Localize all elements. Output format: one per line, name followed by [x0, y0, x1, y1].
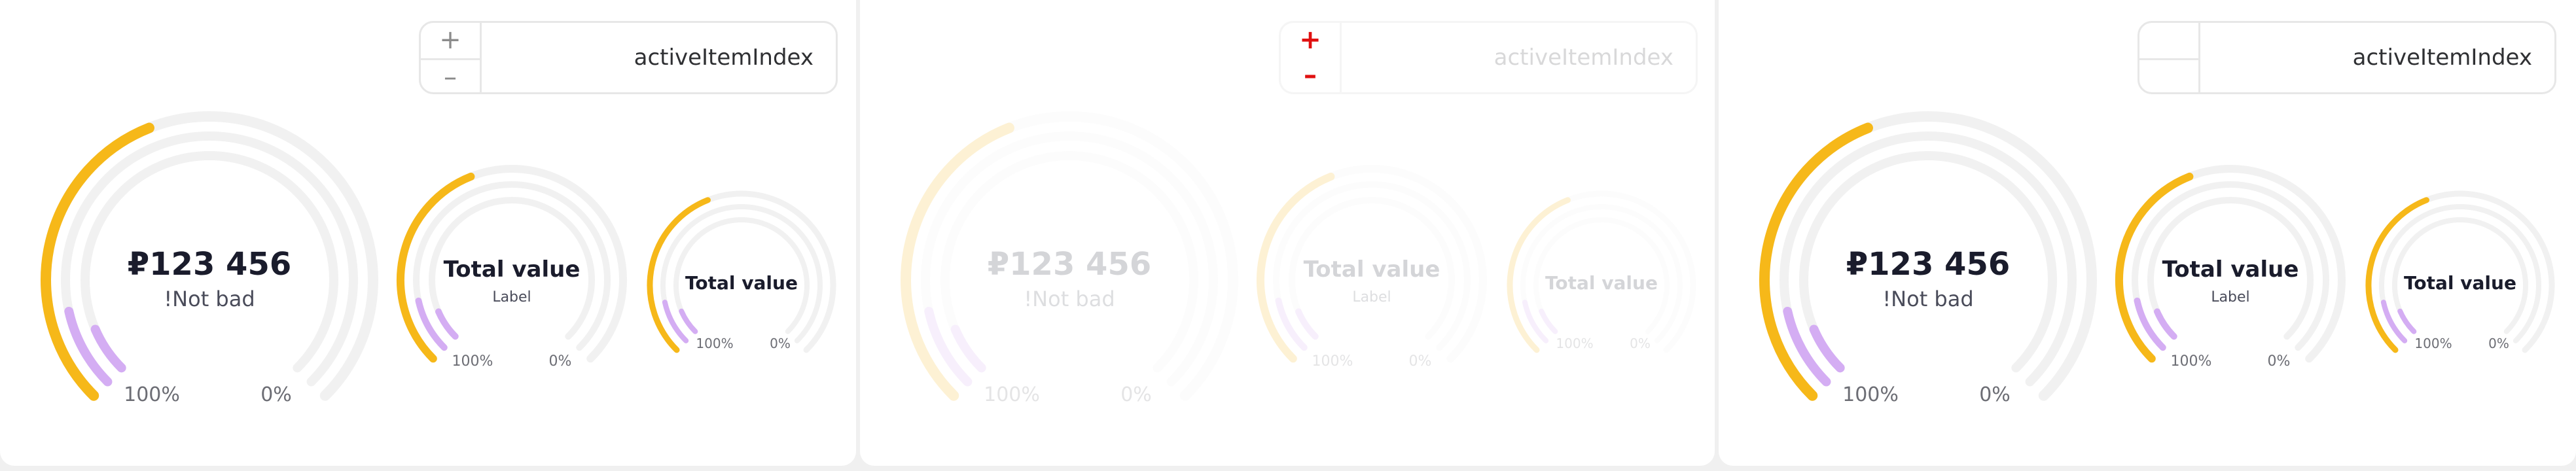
active-item-index-field: activeItemIndex [1494, 44, 1673, 71]
ring-progress-secondary [1539, 308, 1558, 334]
ring-progress-secondary [2154, 308, 2177, 340]
ring-chart-value: Total value [1545, 272, 1658, 294]
ring-chart-large: ₽123 456 !Not bad 100% 0% [39, 111, 380, 412]
ring-chart-label: !Not bad [1024, 287, 1115, 311]
ring-chart-min-label: 0% [1630, 336, 1651, 351]
ring-chart-max-label: 100% [1556, 336, 1594, 351]
ring-chart-min-label: 0% [770, 336, 791, 351]
ring-progress-secondary [90, 324, 126, 373]
stepper: + – [421, 23, 482, 92]
ring-chart-label: Label [2211, 289, 2250, 305]
decrement-button[interactable]: – [1281, 58, 1340, 92]
active-item-index-field[interactable]: activeItemIndex [2353, 23, 2532, 92]
ring-chart-value: ₽123 456 [127, 246, 292, 283]
ring-chart-small: Total value 100% 0% [2365, 188, 2555, 358]
preview-panel-disabled: + – activeItemIndex ₽123 456 !Not bad 10… [860, 0, 1715, 466]
ring-chart-medium: Total value Label 100% 0% [2113, 164, 2348, 373]
active-item-index-control: + – activeItemIndex [419, 21, 838, 94]
ring-chart-value: ₽123 456 [1846, 246, 2011, 283]
ring-chart-small: Total value 100% 0% [647, 188, 836, 358]
ring-chart-max-label: 100% [1312, 353, 1353, 370]
ring-chart-max-label: 100% [696, 336, 734, 351]
ring-progress-secondary [435, 308, 459, 340]
ring-progress-secondary [950, 324, 986, 373]
ring-chart-medium: Total value Label 100% 0% [394, 164, 630, 373]
active-item-index-control: + – activeItemIndex [1279, 21, 1698, 94]
stepper: + – [1281, 23, 1342, 92]
ring-chart-large: ₽123 456 !Not bad 100% 0% [1758, 111, 2098, 412]
active-item-index-field[interactable]: activeItemIndex [634, 23, 814, 92]
decrement-button[interactable]: – [421, 58, 480, 94]
ring-progress-secondary [679, 308, 698, 334]
ring-chart-large: ₽123 456 !Not bad 100% 0% [899, 111, 1240, 412]
ring-chart-value: Total value [2162, 256, 2299, 283]
preview-panel-default: + – activeItemIndex ₽123 456 !Not bad 10… [0, 0, 856, 466]
ring-chart-min-label: 0% [1408, 353, 1432, 370]
ring-progress-secondary [1809, 324, 1845, 373]
ring-chart-max-label: 100% [1842, 383, 1899, 406]
ring-chart-max-label: 100% [984, 383, 1040, 406]
ring-progress-secondary [2397, 308, 2417, 334]
decrement-button[interactable] [2139, 58, 2198, 94]
ring-chart-max-label: 100% [2170, 353, 2212, 370]
ring-chart-min-label: 0% [2267, 353, 2291, 370]
ring-chart-label: Label [1352, 289, 1391, 305]
increment-button[interactable]: + [421, 23, 480, 56]
ring-chart-max-label: 100% [2414, 336, 2452, 351]
ring-chart-value: Total value [685, 272, 798, 294]
increment-button[interactable] [2139, 23, 2198, 56]
ring-chart-value: Total value [2404, 272, 2516, 294]
ring-chart-min-label: 0% [1120, 383, 1152, 406]
stepper [2139, 23, 2200, 92]
ring-chart-max-label: 100% [124, 383, 180, 406]
ring-chart-label: !Not bad [1882, 287, 1974, 311]
ring-chart-label: Label [492, 289, 531, 305]
preview-panel-default: activeItemIndex ₽123 456 !Not bad 100% 0… [1719, 0, 2576, 466]
ring-chart-value: Total value [443, 256, 581, 283]
increment-button[interactable]: + [1281, 23, 1340, 56]
ring-chart-min-label: 0% [548, 353, 572, 370]
ring-chart-min-label: 0% [260, 383, 292, 406]
ring-chart-min-label: 0% [2488, 336, 2509, 351]
ring-progress-secondary [1295, 308, 1319, 340]
ring-chart-value: ₽123 456 [987, 246, 1152, 283]
ring-chart-value: Total value [1303, 256, 1440, 283]
ring-chart-max-label: 100% [452, 353, 493, 370]
ring-chart-medium: Total value Label 100% 0% [1254, 164, 1490, 373]
ring-chart-min-label: 0% [1979, 383, 2011, 406]
active-item-index-control: activeItemIndex [2138, 21, 2556, 94]
ring-chart-label: !Not bad [164, 287, 255, 311]
ring-chart-small: Total value 100% 0% [1507, 188, 1696, 358]
component-preview: + – activeItemIndex ₽123 456 !Not bad 10… [0, 0, 2576, 471]
